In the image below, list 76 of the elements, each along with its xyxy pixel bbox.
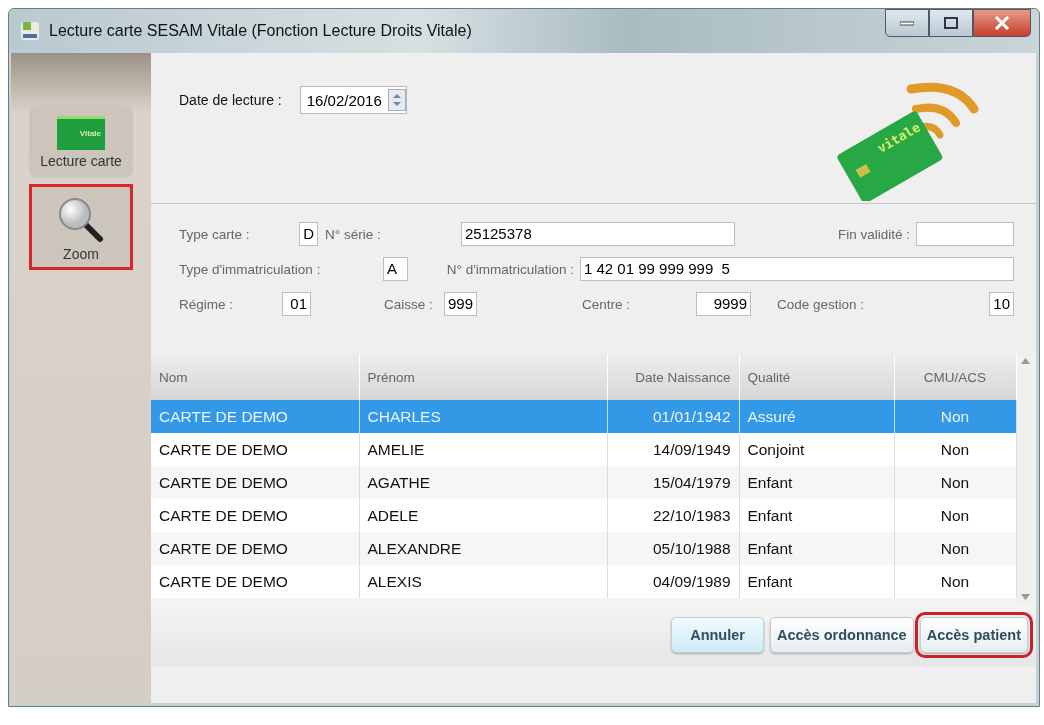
table-cell: 05/10/1988 — [607, 532, 739, 565]
field-label: Centre : — [582, 296, 632, 312]
table-cell: Enfant — [739, 466, 894, 499]
table-cell: Assuré — [739, 400, 894, 433]
scroll-up-arrow-icon[interactable] — [1021, 358, 1030, 364]
table-cell: Enfant — [739, 565, 894, 598]
input-field[interactable]: 9999 — [696, 292, 751, 316]
table-row[interactable]: CARTE DE DEMO AMELIE 14/09/1949 Conjoint Non — [151, 433, 1016, 466]
table-cell: AMELIE — [359, 433, 607, 466]
input-field[interactable]: 1 42 01 99 999 999 5 — [580, 257, 1014, 281]
table-row[interactable]: CARTE DE DEMO AGATHE 15/04/1979 Enfant Non — [151, 466, 1016, 499]
table-cell: ALEXANDRE — [359, 532, 607, 565]
column-header[interactable]: Date Naissance — [607, 354, 739, 400]
app-icon — [19, 20, 41, 42]
field-label: Type carte : — [179, 226, 251, 242]
field-label: Régime : — [179, 296, 235, 312]
column-header[interactable]: Qualité — [739, 354, 894, 400]
field-label: Caisse : — [384, 296, 434, 312]
table-cell: Enfant — [739, 532, 894, 565]
minimize-icon — [900, 20, 914, 26]
spin-arrows-icon[interactable] — [387, 89, 406, 111]
input-field[interactable]: 01 — [282, 292, 311, 316]
table-cell: Non — [894, 565, 1016, 598]
scroll-down-arrow-icon[interactable] — [1021, 594, 1030, 600]
date-label: Date de lecture : — [179, 92, 282, 108]
vitale-card-icon: Vitale — [57, 116, 105, 150]
maximize-icon — [944, 17, 958, 29]
column-header[interactable]: Prénom — [359, 354, 607, 400]
action-button[interactable]: Annuler — [671, 617, 764, 653]
table-cell: ADELE — [359, 499, 607, 532]
table-cell: Non — [894, 532, 1016, 565]
field-label: Type d'immatriculation : — [179, 261, 322, 277]
minimize-button[interactable] — [885, 9, 929, 37]
table-row[interactable]: CARTE DE DEMO ALEXANDRE 05/10/1988 Enfant Non — [151, 532, 1016, 565]
field-label: Code gestion : — [777, 296, 866, 312]
table-cell: 14/09/1949 — [607, 433, 739, 466]
table-cell: AGATHE — [359, 466, 607, 499]
table-cell: 01/01/1942 — [607, 400, 739, 433]
table-row[interactable]: CARTE DE DEMO ALEXIS 04/09/1989 Enfant Non — [151, 565, 1016, 598]
field-label: N° série : — [325, 226, 382, 242]
table-cell: 04/09/1989 — [607, 565, 739, 598]
maximize-button[interactable] — [929, 9, 973, 37]
window-title: Lecture carte SESAM Vitale (Fonction Lecture Droits Vitale) — [49, 22, 473, 40]
table-cell: CARTE DE DEMO — [151, 400, 359, 433]
table-cell: CARTE DE DEMO — [151, 499, 359, 532]
table-cell: 22/10/1983 — [607, 499, 739, 532]
table-cell: CARTE DE DEMO — [151, 532, 359, 565]
field-label: Fin validité : — [836, 226, 911, 242]
table-cell: Non — [894, 433, 1016, 466]
sidebar-item[interactable]: Zoom — [29, 183, 133, 271]
input-field[interactable]: 10 — [989, 292, 1014, 316]
close-icon — [994, 16, 1010, 30]
action-button[interactable]: Accès ordonnance — [769, 617, 914, 653]
table-row[interactable]: CARTE DE DEMO ADELE 22/10/1983 Enfant Non — [151, 499, 1016, 532]
table-cell: ALEXIS — [359, 565, 607, 598]
input-field[interactable]: 25125378 — [461, 222, 735, 246]
input-field[interactable]: 999 — [444, 292, 477, 316]
column-header[interactable]: CMU/ACS — [894, 354, 1016, 400]
table-cell: 15/04/1979 — [607, 466, 739, 499]
date-spinner[interactable]: 16/02/2016 — [299, 86, 407, 114]
close-button[interactable] — [973, 9, 1031, 37]
field-label: N° d'immatriculation : — [445, 261, 575, 277]
table-cell: CARTE DE DEMO — [151, 466, 359, 499]
input-field[interactable] — [916, 222, 1014, 246]
table-cell: Enfant — [739, 499, 894, 532]
input-field[interactable]: A — [383, 257, 408, 281]
table-cell: Non — [894, 466, 1016, 499]
column-header[interactable]: Nom — [151, 354, 359, 400]
table-cell: Conjoint — [739, 433, 894, 466]
input-field[interactable]: D — [299, 222, 318, 246]
table-cell: CHARLES — [359, 400, 607, 433]
table-cell: CARTE DE DEMO — [151, 565, 359, 598]
sidebar-item[interactable]: Vitale Lecture carte — [29, 105, 133, 178]
table-cell: Non — [894, 499, 1016, 532]
table-cell: Non — [894, 400, 1016, 433]
table-cell: CARTE DE DEMO — [151, 433, 359, 466]
